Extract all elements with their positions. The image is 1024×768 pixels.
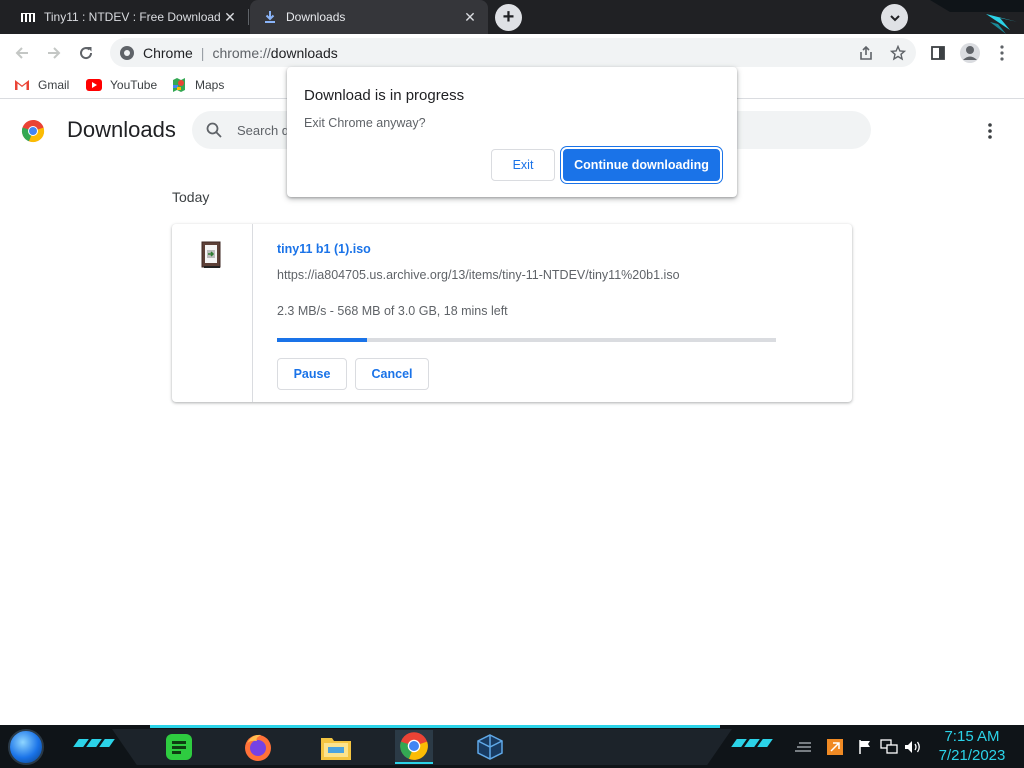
desktop-decoration bbox=[920, 0, 1024, 34]
address-bar[interactable]: Chrome | chrome:// downloads bbox=[110, 38, 916, 67]
show-hidden-icons-button[interactable] bbox=[795, 738, 813, 756]
taskbar-app-virtualbox[interactable] bbox=[471, 730, 509, 764]
bookmark-gmail[interactable]: Gmail bbox=[14, 75, 69, 95]
taskbar: 7:15 AM 7/21/2023 bbox=[0, 725, 1024, 768]
side-panel-button[interactable] bbox=[924, 39, 952, 67]
dialog-title: Download is in progress bbox=[304, 87, 465, 104]
continue-downloading-button[interactable]: Continue downloading bbox=[563, 149, 720, 181]
taskbar-app-firefox[interactable] bbox=[239, 730, 277, 764]
bookmark-label: YouTube bbox=[110, 78, 158, 92]
flag-icon bbox=[859, 740, 870, 754]
archive-icon bbox=[20, 9, 36, 25]
tray-app-button[interactable] bbox=[826, 738, 844, 756]
bookmark-star-button[interactable] bbox=[884, 39, 912, 67]
tab-separator bbox=[248, 9, 249, 25]
share-icon bbox=[860, 45, 872, 60]
taskbar-decoration bbox=[73, 739, 115, 753]
network-icon bbox=[880, 739, 898, 754]
profile-button[interactable] bbox=[956, 39, 984, 67]
taskbar-glow bbox=[150, 725, 720, 728]
cancel-button[interactable]: Cancel bbox=[355, 358, 429, 390]
progress-bar-fill bbox=[277, 338, 367, 342]
chrome-menu-button[interactable] bbox=[988, 39, 1016, 67]
tab-title: Downloads bbox=[286, 10, 346, 24]
star-icon bbox=[890, 45, 906, 61]
download-icon bbox=[262, 9, 278, 25]
new-tab-button[interactable]: + bbox=[495, 4, 522, 31]
screen: Tiny11 : NTDEV : Free Download, Borrow, … bbox=[0, 0, 1024, 768]
taskbar-app-spreadsheet[interactable] bbox=[160, 730, 198, 764]
chrome-logo-icon bbox=[21, 119, 45, 143]
taskbar-app-file-explorer[interactable] bbox=[317, 730, 355, 764]
file-icon-column bbox=[172, 224, 253, 402]
clock-time: 7:15 AM bbox=[944, 728, 1000, 745]
tab-title: Tiny11 : NTDEV : Free Download, Borrow, … bbox=[44, 10, 220, 24]
virtualbox-icon bbox=[477, 734, 503, 760]
close-icon[interactable]: ✕ bbox=[220, 7, 240, 27]
spreadsheet-icon bbox=[166, 734, 192, 760]
reload-button[interactable] bbox=[72, 39, 100, 67]
taskbar-clock[interactable]: 7:15 AM 7/21/2023 bbox=[930, 727, 1014, 765]
back-arrow-icon bbox=[15, 47, 28, 59]
tab-internet-archive[interactable]: Tiny11 : NTDEV : Free Download, Borrow, … bbox=[8, 0, 248, 34]
tray-lines-icon bbox=[795, 742, 811, 752]
plus-icon: + bbox=[502, 6, 515, 28]
youtube-icon bbox=[86, 77, 102, 93]
bookmark-youtube[interactable]: YouTube bbox=[86, 75, 157, 95]
start-button[interactable] bbox=[8, 729, 44, 765]
back-button[interactable] bbox=[8, 39, 36, 67]
file-url[interactable]: https://ia804705.us.archive.org/13/items… bbox=[277, 268, 680, 282]
close-icon[interactable]: ✕ bbox=[460, 7, 480, 27]
taskbar-app-chrome[interactable] bbox=[395, 730, 433, 764]
exit-button[interactable]: Exit bbox=[491, 149, 555, 181]
maps-icon bbox=[171, 77, 187, 93]
pause-button[interactable]: Pause bbox=[277, 358, 347, 390]
divider: | bbox=[200, 44, 205, 61]
progress-bar bbox=[277, 338, 776, 342]
file-explorer-icon bbox=[321, 738, 351, 760]
tray-app-icon bbox=[827, 739, 843, 755]
bookmark-label: Maps bbox=[195, 78, 225, 92]
gmail-icon bbox=[14, 77, 30, 93]
toolbar: Chrome | chrome:// downloads bbox=[0, 34, 1024, 71]
tab-downloads[interactable]: Downloads ✕ bbox=[250, 0, 488, 34]
dialog-message: Exit Chrome anyway? bbox=[304, 116, 426, 130]
site-name: Chrome bbox=[143, 44, 193, 61]
chrome-icon bbox=[400, 732, 428, 760]
side-panel-icon bbox=[931, 46, 945, 60]
search-icon bbox=[204, 120, 224, 140]
clock-date: 7/21/2023 bbox=[938, 747, 1006, 764]
bookmark-maps[interactable]: Maps bbox=[171, 75, 224, 95]
page-title: Downloads bbox=[67, 117, 176, 142]
bookmark-label: Gmail bbox=[38, 78, 70, 92]
taskbar-decoration bbox=[731, 739, 773, 753]
reload-icon bbox=[80, 47, 93, 60]
chevron-down-icon bbox=[889, 14, 900, 21]
tab-strip: Tiny11 : NTDEV : Free Download, Borrow, … bbox=[0, 0, 1024, 34]
forward-arrow-icon bbox=[48, 47, 61, 59]
share-button[interactable] bbox=[852, 39, 880, 67]
volume-icon bbox=[905, 741, 920, 753]
download-status: 2.3 MB/s - 568 MB of 3.0 GB, 18 mins lef… bbox=[277, 304, 508, 318]
chrome-page-icon bbox=[119, 45, 135, 61]
more-vert-icon bbox=[988, 123, 992, 139]
url-host: downloads bbox=[270, 44, 338, 61]
url-scheme: chrome:// bbox=[212, 44, 271, 61]
downloads-menu-button[interactable] bbox=[978, 119, 1002, 143]
firefox-icon bbox=[245, 734, 271, 761]
download-item: tiny11 b1 (1).iso https://ia804705.us.ar… bbox=[172, 224, 852, 402]
file-name-link[interactable]: tiny11 b1 (1).iso bbox=[277, 242, 371, 256]
forward-button[interactable] bbox=[40, 39, 68, 67]
network-button[interactable] bbox=[880, 738, 898, 756]
action-center-button[interactable] bbox=[856, 738, 874, 756]
more-vert-icon bbox=[1000, 45, 1004, 61]
volume-button[interactable] bbox=[904, 738, 922, 756]
avatar bbox=[960, 43, 980, 63]
exit-confirm-dialog: Download is in progress Exit Chrome anyw… bbox=[287, 67, 737, 197]
iso-file-icon bbox=[201, 241, 221, 268]
tab-search-button[interactable] bbox=[881, 4, 908, 31]
date-heading: Today bbox=[172, 189, 210, 205]
